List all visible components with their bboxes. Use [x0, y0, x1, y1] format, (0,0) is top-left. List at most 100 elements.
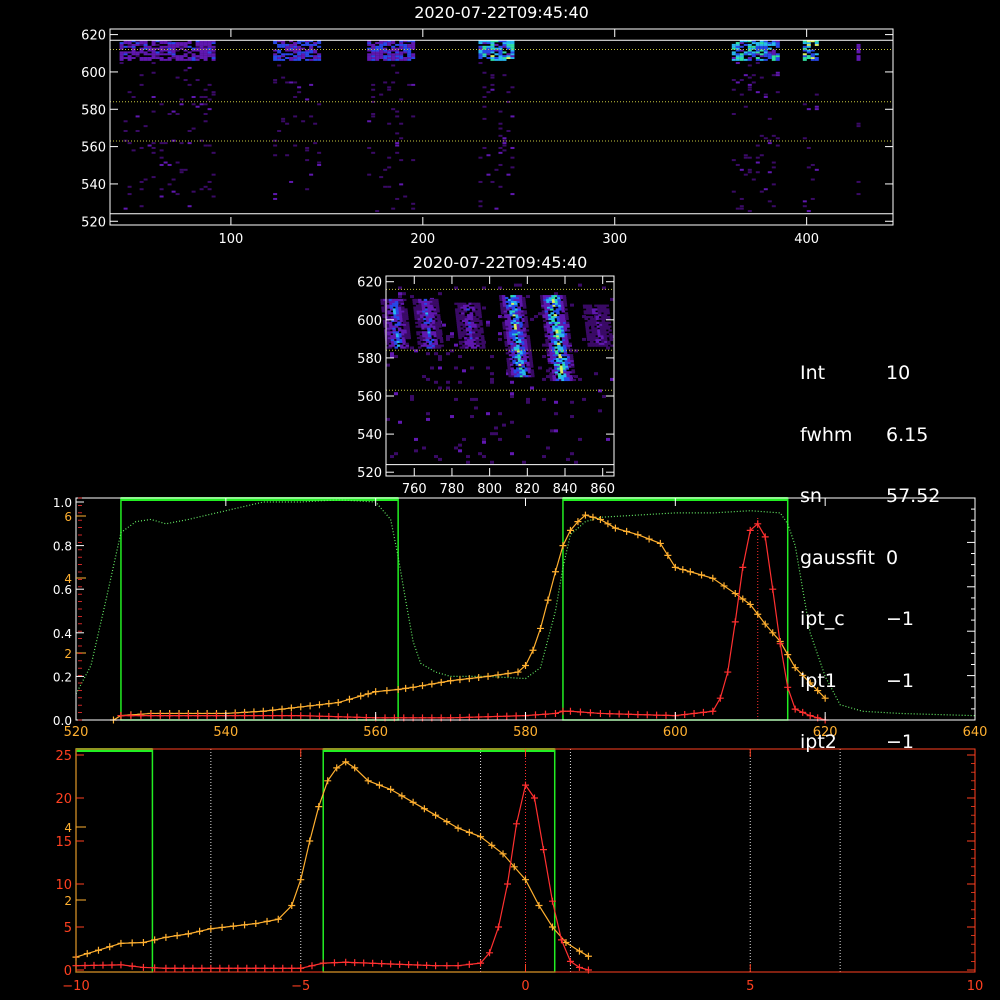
spectrogram-pixel: [183, 55, 188, 58]
spectrogram-pixel: [175, 113, 180, 115]
spectrogram-pixel: [462, 302, 467, 305]
spectrogram-pixel: [474, 327, 478, 330]
orange-profile-marker: [664, 551, 672, 559]
spectrogram-pixel: [512, 335, 516, 338]
spectrogram-pixel: [856, 193, 861, 196]
spectrogram-pixel: [459, 342, 463, 345]
spectrogram-pixel: [147, 45, 152, 48]
spectrogram-pixel: [470, 415, 474, 419]
spectrogram-pixel: [502, 142, 507, 145]
red-velocity-profile-marker: [396, 960, 404, 968]
spectrogram-pixel: [592, 310, 596, 313]
spectrogram-pixel: [856, 45, 861, 48]
spectrogram-pixel: [530, 373, 535, 376]
spectrogram-pixel: [568, 342, 572, 345]
spectrogram-pixel: [466, 308, 470, 311]
spectrogram-pixel: [127, 185, 132, 188]
spectrogram-pixel: [735, 42, 740, 45]
spectrogram-pixel: [578, 437, 582, 441]
spectrogram-pixel: [477, 310, 482, 313]
spectrogram-pixel: [394, 355, 398, 359]
spectrogram-pixel: [856, 58, 861, 61]
spectrogram-pixel: [399, 183, 404, 186]
spectrogram-pixel: [490, 58, 495, 61]
red-profile-marker: [625, 710, 633, 718]
spectrogram-pixel: [526, 335, 530, 338]
spectrogram-pixel: [437, 321, 442, 324]
spectrogram-pixel: [398, 420, 402, 424]
y-tick-label: 560: [81, 141, 106, 156]
spectrogram-pixel: [806, 42, 811, 45]
spectrogram-pixel: [552, 356, 557, 359]
spectrogram-pixel: [519, 323, 523, 326]
spectrogram-pixel: [550, 359, 554, 363]
spectrogram-pixel: [455, 312, 459, 315]
spectrogram-pixel: [555, 378, 560, 382]
spectrogram-pixel: [814, 108, 819, 111]
spectrogram-pixel: [289, 57, 294, 59]
spectrogram-pixel: [771, 58, 776, 61]
spectrogram-pixel: [191, 58, 196, 61]
spectrogram-pixel: [147, 58, 152, 61]
spectrogram-pixel: [482, 53, 487, 56]
spectrogram-pixel: [422, 375, 426, 379]
spectrogram-pixel: [293, 45, 298, 48]
orange-profile-marker: [720, 582, 728, 590]
red-velocity-profile-marker: [405, 961, 413, 969]
spectrogram-pixel: [775, 71, 780, 74]
spectrogram-pixel: [203, 144, 208, 147]
spectrogram-pixel: [523, 333, 527, 336]
spectrogram-pixel: [402, 298, 407, 302]
spectrogram-pixel: [211, 55, 216, 58]
spectrogram-pixel: [191, 96, 196, 99]
spectrogram-pixel: [526, 397, 530, 401]
spectrogram-pixel: [554, 292, 558, 296]
spectrogram-pixel: [123, 57, 128, 59]
red-velocity-profile-marker: [351, 959, 359, 967]
spectrogram-pixel: [481, 338, 485, 342]
spectrogram-pixel: [802, 200, 807, 203]
spectrogram-pixel: [478, 205, 483, 208]
orange-velocity-profile-marker: [575, 947, 583, 955]
spectrogram-pixel: [293, 43, 298, 46]
spectrogram-pixel: [462, 325, 467, 328]
spectrogram-pixel: [498, 57, 503, 59]
spectrogram-pixel: [747, 171, 752, 174]
spectrogram-pixel: [407, 51, 412, 54]
spectrogram-pixel: [763, 93, 768, 96]
spectrogram-pixel: [123, 129, 128, 132]
spectrogram-pixel: [404, 308, 408, 311]
spectrogram-pixel: [151, 55, 156, 58]
spectrogram-pixel: [203, 45, 208, 48]
spectrogram-pixel: [394, 392, 398, 396]
spectrogram-pixel: [608, 333, 613, 336]
spectrogram-pixel: [301, 47, 306, 50]
spectrogram-pixel: [507, 365, 511, 368]
spectrogram-pixel: [544, 333, 549, 336]
spectrogram-pixel: [293, 96, 298, 99]
spectrogram-pixel: [810, 163, 815, 166]
spectrogram-pixel: [498, 110, 503, 113]
red-profile-marker: [503, 712, 511, 720]
spectrogram-pixel: [371, 96, 376, 99]
spectrogram-pixel: [605, 327, 609, 330]
spectrogram-pixel: [606, 312, 610, 315]
spectrogram-pixel: [183, 43, 188, 46]
spectrogram-pixel: [472, 316, 477, 319]
fit-window-box: [120, 497, 399, 721]
spectrogram-pixel: [281, 42, 286, 45]
spectrogram-pixel: [564, 338, 569, 342]
spectrogram-pixel: [425, 338, 430, 342]
spectrogram-pixel: [522, 298, 526, 302]
spectrogram-pixel: [399, 98, 404, 101]
spectrogram-pixel: [510, 115, 515, 118]
spectrogram-pixel: [395, 331, 399, 334]
spectrogram-pixel: [437, 323, 442, 326]
spectrogram-pixel: [486, 412, 490, 416]
spectrogram-pixel: [566, 325, 570, 328]
spectrogram-pixel: [520, 336, 525, 340]
spectrogram-pixel: [563, 304, 568, 307]
spectrogram-pixel: [139, 58, 144, 61]
spectrogram-pixel: [552, 376, 557, 380]
spectrogram-pixel: [511, 306, 516, 309]
